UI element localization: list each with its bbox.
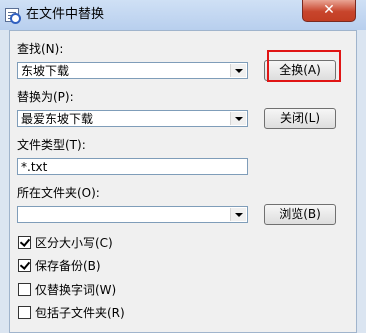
browse-button[interactable]: 浏览(B) <box>264 204 336 225</box>
folder-label: 所在文件夹(O): <box>17 186 100 200</box>
replace-label: 替换为(P): <box>17 90 74 104</box>
close-button[interactable]: 关闭(L) <box>264 108 336 129</box>
replace-combobox[interactable]: 最爱东坡下载 <box>17 110 248 127</box>
replace-value: 最爱东坡下载 <box>21 112 94 126</box>
match-case-label: 区分大小写(C) <box>35 236 113 250</box>
chevron-down-icon[interactable] <box>230 208 246 221</box>
find-combobox[interactable]: 东坡下载 <box>17 62 248 79</box>
filetype-input[interactable]: *.txt <box>17 158 248 175</box>
include-subfolders-label: 包括子文件夹(R) <box>35 306 125 320</box>
filetype-value: *.txt <box>21 160 48 174</box>
match-case-checkbox[interactable] <box>18 236 31 249</box>
filetype-label: 文件类型(T): <box>17 138 86 152</box>
folder-combobox[interactable] <box>17 206 248 223</box>
save-backup-label: 保存备份(B) <box>35 259 101 273</box>
find-replace-icon <box>5 8 21 24</box>
close-window-button[interactable]: ✕ <box>302 0 356 22</box>
close-icon: ✕ <box>323 2 335 18</box>
find-label: 查找(N): <box>17 42 64 56</box>
window-title: 在文件中替换 <box>26 7 105 22</box>
title-bar: 在文件中替换 ✕ <box>0 0 366 30</box>
whole-word-label: 仅替换字词(W) <box>35 283 117 297</box>
include-subfolders-checkbox[interactable] <box>18 306 31 319</box>
whole-word-checkbox[interactable] <box>18 283 31 296</box>
save-backup-checkbox[interactable] <box>18 259 31 272</box>
chevron-down-icon[interactable] <box>230 112 246 125</box>
highlight-box <box>267 50 341 82</box>
chevron-down-icon[interactable] <box>230 64 246 77</box>
find-value: 东坡下载 <box>21 64 70 78</box>
